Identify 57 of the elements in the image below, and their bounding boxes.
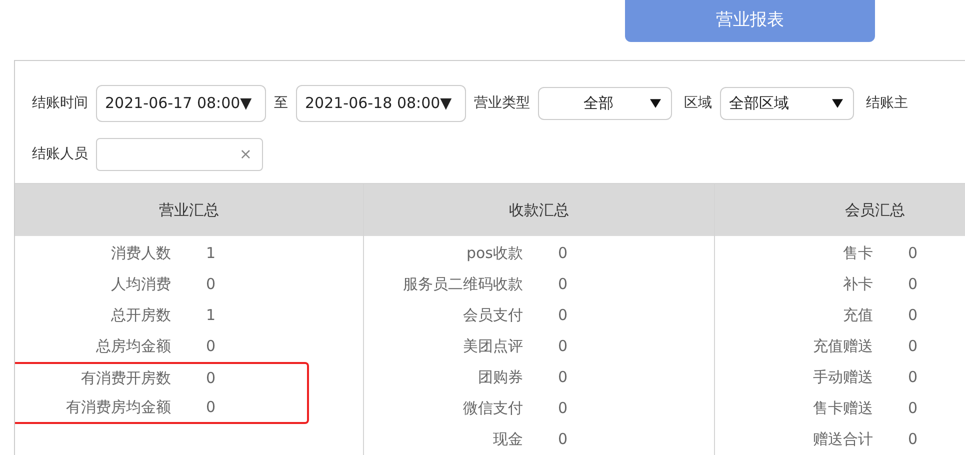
row-label: 消费人数: [110, 243, 171, 264]
row-label: pos收款: [465, 243, 523, 264]
row-label: 服务员二维码收款: [402, 274, 523, 296]
row-label: 有消费开房数: [80, 368, 171, 390]
row-label: 会员支付: [462, 305, 523, 326]
column-header: 收款汇总: [364, 183, 714, 236]
row-value: 0: [908, 429, 918, 450]
row-label: 美团点评: [462, 336, 523, 358]
row-label: 补卡: [842, 274, 873, 296]
filter-label: 结账人员: [32, 145, 88, 164]
filter-label: 至: [274, 94, 288, 113]
row-label: 总房均金额: [95, 336, 171, 358]
row-value: 0: [206, 368, 216, 390]
row-value: 0: [558, 243, 568, 264]
filter-label: 结账时间: [32, 94, 88, 113]
caret-icon: [832, 99, 843, 108]
row-value: 0: [558, 398, 568, 420]
filter-label: 区域: [684, 94, 712, 113]
caret-icon: [650, 99, 661, 108]
row-label: 现金: [492, 429, 523, 450]
row-label: 充值: [842, 305, 873, 326]
row-value: 0: [206, 274, 216, 296]
date-select[interactable]: 2021-06-17 08:00▼: [96, 85, 266, 122]
row-value: 0: [908, 398, 918, 420]
row-value: 0: [206, 397, 216, 418]
row-value: 0: [558, 336, 568, 358]
row-value: 0: [206, 336, 216, 358]
row-value: 0: [908, 274, 918, 296]
row-value: 0: [558, 274, 568, 296]
dropdown-select[interactable]: 全部: [538, 87, 672, 120]
row-value: 0: [558, 305, 568, 326]
row-value: 0: [908, 367, 918, 388]
row-label: 总开房数: [110, 305, 171, 326]
column-header: 会员汇总: [715, 183, 965, 236]
dropdown-select[interactable]: 全部区域: [720, 87, 854, 120]
date-select[interactable]: 2021-06-18 08:00▼: [296, 85, 466, 122]
row-label: 有消费房均金额: [65, 397, 171, 418]
row-value: 1: [206, 305, 216, 326]
input-field[interactable]: ×: [96, 138, 263, 171]
row-value: 1: [206, 243, 216, 264]
row-value: 0: [558, 429, 568, 450]
row-label: 人均消费: [110, 274, 171, 296]
row-label: 充值赠送: [812, 336, 873, 358]
row-value: 0: [908, 243, 918, 264]
row-label: 售卡赠送: [812, 398, 873, 420]
row-label: 团购券: [477, 367, 523, 388]
row-value: 0: [558, 367, 568, 388]
row-label: 赠送合计: [812, 429, 873, 450]
row-label: 微信支付: [462, 398, 523, 420]
filter-label: 营业类型: [474, 94, 530, 113]
row-value: 0: [908, 336, 918, 358]
filter-label: 结账主: [866, 94, 908, 113]
row-value: 0: [908, 305, 918, 326]
row-label: 售卡: [842, 243, 873, 264]
clear-button[interactable]: ×: [239, 143, 252, 166]
column-header: 营业汇总: [15, 183, 363, 236]
row-label: 手动赠送: [812, 367, 873, 388]
